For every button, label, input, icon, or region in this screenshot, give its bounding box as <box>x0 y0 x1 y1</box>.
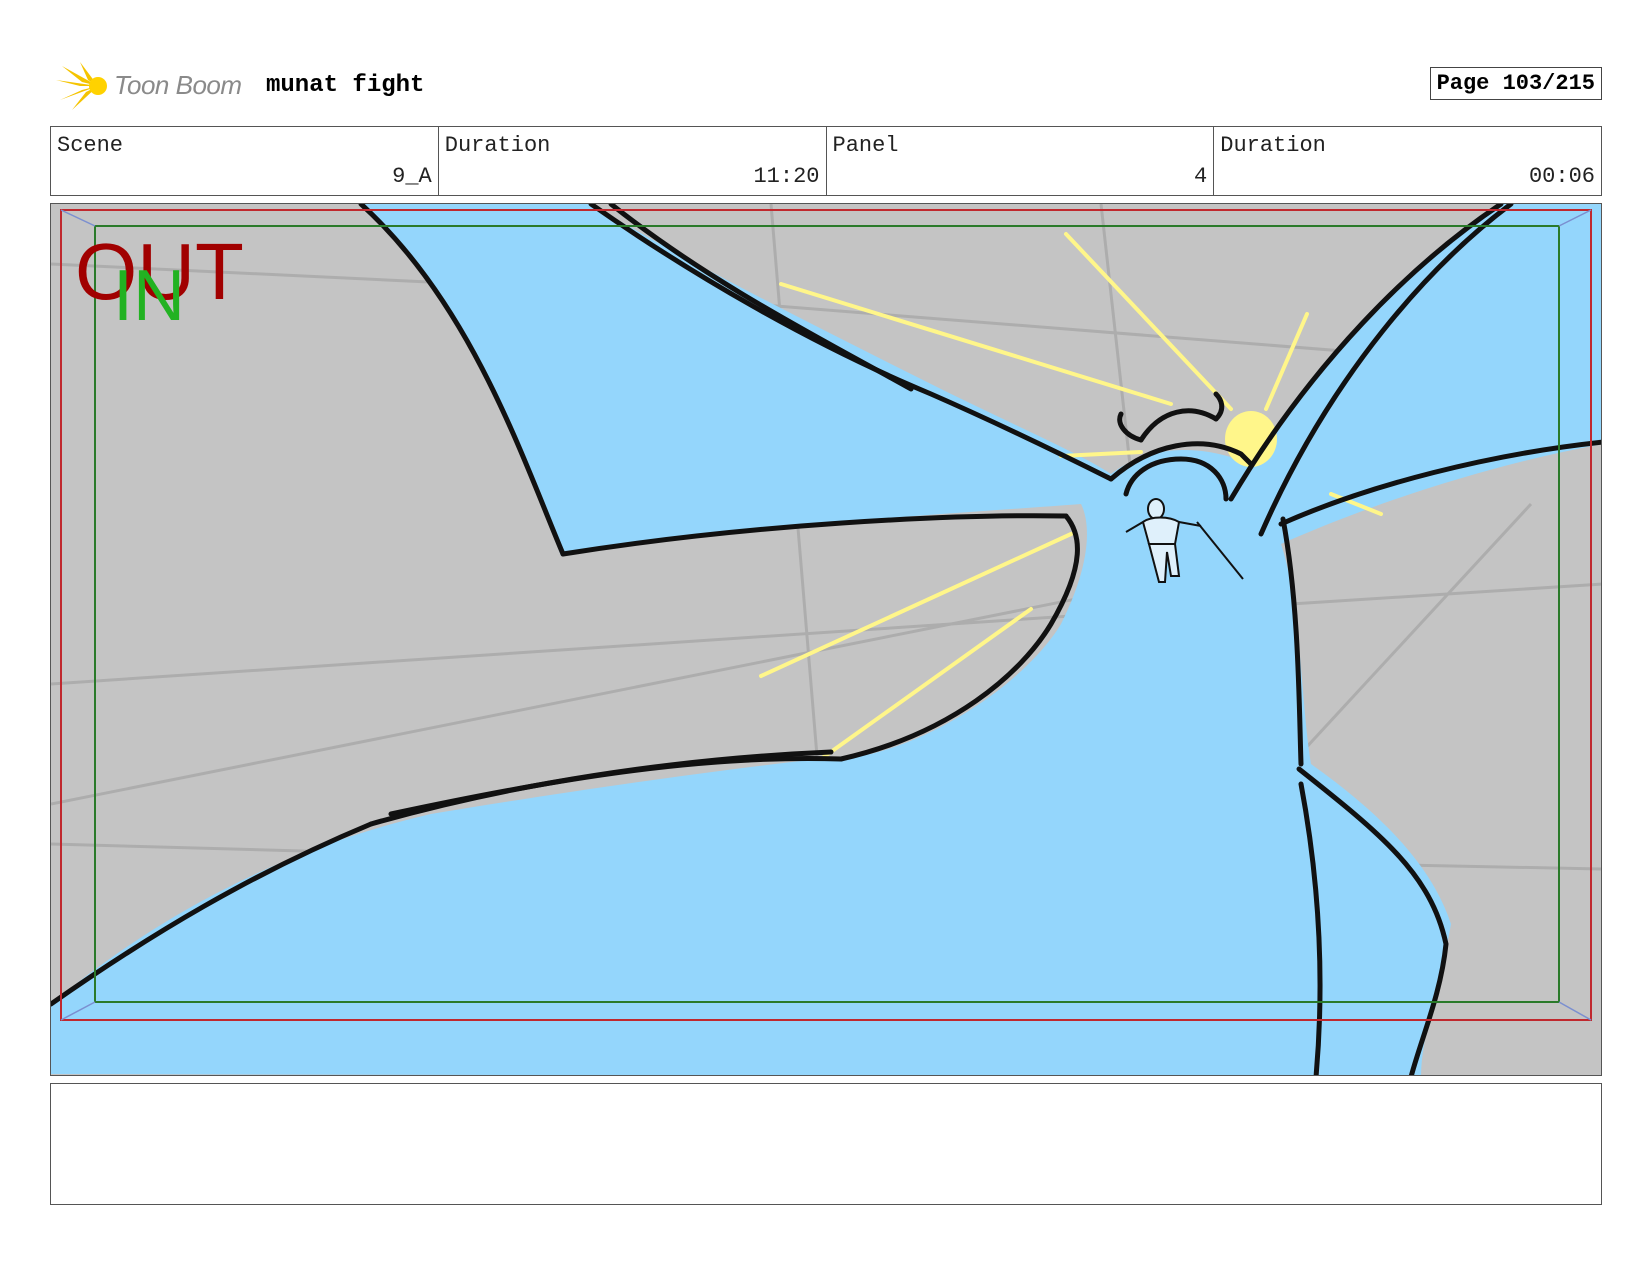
scene-label: Scene <box>57 133 124 158</box>
starburst-icon <box>56 62 107 110</box>
panel-info-table: Scene 9_A Duration 11:20 Panel 4 Duratio… <box>50 126 1602 196</box>
toon-boom-logo: Toon Boom <box>54 60 254 112</box>
panel-label: Panel <box>832 133 899 158</box>
page-header: Toon Boom munat fight Page 103/215 <box>50 58 1602 112</box>
logo-wordmark: Toon Boom <box>114 70 242 100</box>
scene-duration-label: Duration <box>444 133 551 158</box>
panel-cell: Panel 4 <box>827 127 1215 195</box>
panel-duration-cell: Duration 00:06 <box>1214 127 1601 195</box>
scene-duration-value: 11:20 <box>753 164 820 189</box>
panel-duration-value: 00:06 <box>1528 164 1595 189</box>
scene-duration-cell: Duration 11:20 <box>439 127 827 195</box>
panel-notes[interactable] <box>50 1083 1602 1205</box>
scene-value: 9_A <box>392 164 432 189</box>
panel-value: 4 <box>1194 164 1208 189</box>
panel-duration-label: Duration <box>1220 133 1326 158</box>
storyboard-panel: OUT IN <box>50 203 1602 1076</box>
scene-cell: Scene 9_A <box>51 127 439 195</box>
project-title: munat fight <box>266 72 425 99</box>
page-number: Page 103/215 <box>1429 67 1602 100</box>
panel-drawing <box>51 204 1601 1075</box>
in-marker: IN <box>113 256 185 336</box>
